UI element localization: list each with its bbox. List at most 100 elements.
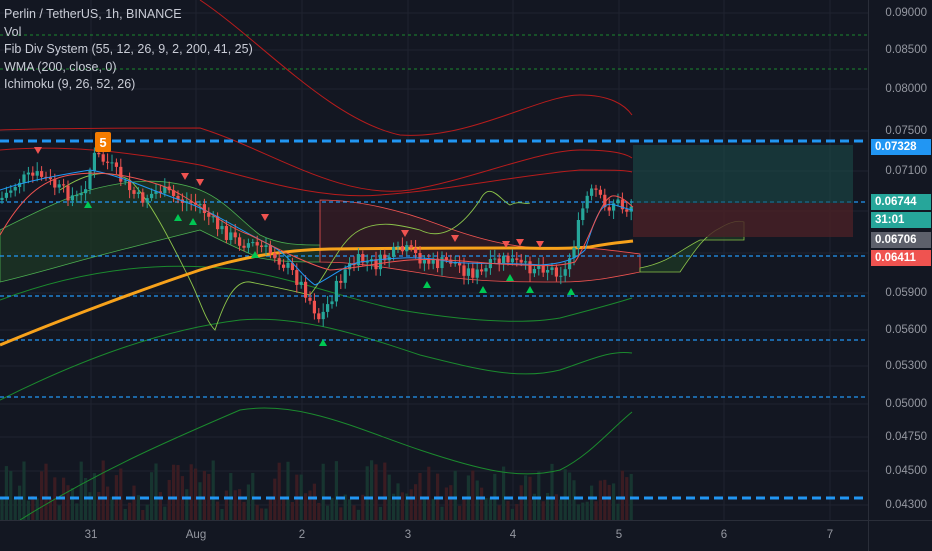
indicator-vol[interactable]: Vol: [4, 24, 253, 42]
volume-bar: [559, 499, 563, 520]
volume-bar: [194, 468, 198, 520]
candle-body: [4, 192, 8, 198]
price-label: 0.08000: [885, 83, 927, 95]
volume-bar: [502, 466, 506, 520]
volume-bar: [141, 509, 145, 520]
scale-corner[interactable]: [868, 520, 932, 551]
volume-bar: [106, 486, 110, 520]
candle-body: [550, 267, 554, 270]
candle-body: [440, 257, 444, 269]
volume-bar: [396, 483, 400, 520]
candle-body: [110, 162, 114, 164]
volume-bar: [414, 484, 418, 520]
volume-bar: [374, 464, 378, 520]
candle-body: [53, 179, 57, 188]
volume-bar: [475, 480, 479, 520]
volume-bar: [400, 492, 404, 520]
candle-body: [66, 185, 70, 201]
candle-body: [616, 199, 620, 204]
chart-legend: Perlin / TetherUS, 1h, BINANCE Vol Fib D…: [4, 6, 253, 94]
volume-bar: [154, 463, 158, 520]
badge-countdown: 31:01: [871, 212, 931, 228]
position-target-zone[interactable]: [633, 145, 853, 203]
time-label: Aug: [185, 529, 207, 541]
volume-bar: [625, 477, 629, 520]
volume-bar: [163, 506, 167, 520]
candle-body: [422, 259, 426, 264]
volume-bar: [603, 479, 607, 520]
candle-body: [378, 254, 382, 270]
candle-body: [466, 268, 470, 276]
candle-body: [286, 262, 290, 268]
candle-body: [396, 246, 400, 248]
volume-bar: [444, 487, 448, 520]
candle-body: [405, 245, 409, 252]
volume-bar: [528, 476, 532, 520]
candle-body: [414, 247, 418, 254]
candle-body: [317, 313, 321, 320]
time-label: 5: [615, 529, 623, 541]
candle-body: [246, 243, 250, 248]
candle-body: [334, 280, 338, 302]
candle-body: [528, 261, 532, 274]
candle-body: [22, 174, 26, 183]
candle-body: [559, 275, 563, 277]
candle-body: [444, 257, 448, 260]
price-label: 0.04500: [885, 465, 927, 477]
candle-body: [145, 198, 149, 203]
volume-bar: [334, 461, 338, 520]
volume-bar: [497, 505, 501, 520]
candle-body: [273, 253, 277, 259]
candle-body: [356, 254, 360, 266]
candle-body: [326, 304, 330, 312]
volume-bar: [440, 506, 444, 520]
chart-plot-area[interactable]: 5 Perlin / TetherUS, 1h, BINANCE Vol Fib…: [0, 0, 868, 521]
volume-bar: [172, 464, 176, 520]
candle-body: [84, 189, 88, 194]
candle-body: [515, 258, 519, 260]
indicator-fib-div[interactable]: Fib Div System (55, 12, 26, 9, 2, 200, 4…: [4, 41, 253, 59]
price-label: 0.04750: [885, 431, 927, 443]
indicator-ichimoku[interactable]: Ichimoku (9, 26, 52, 26): [4, 76, 253, 94]
signal-count-label: 5: [99, 135, 106, 150]
candle-body: [594, 188, 598, 190]
candle-body: [264, 245, 268, 247]
volume-bar: [568, 472, 572, 520]
buy-signal-icon: [567, 288, 575, 295]
volume-bar: [260, 508, 264, 520]
sell-signal-icon: [34, 147, 42, 154]
price-scale[interactable]: 0.09000 0.08500 0.08000 0.07500 0.07100 …: [868, 0, 932, 520]
volume-bar: [563, 469, 567, 520]
volume-bar: [145, 504, 149, 520]
symbol-title[interactable]: Perlin / TetherUS, 1h, BINANCE: [4, 6, 253, 24]
position-stop-zone[interactable]: [633, 203, 853, 237]
fib-band-lower-middle: [0, 318, 633, 401]
volume-bar: [97, 492, 101, 520]
candle-body: [510, 258, 514, 263]
volume-bar: [44, 463, 48, 520]
volume-bar: [409, 489, 413, 520]
time-scale[interactable]: 31 Aug 2 3 4 5 6 7: [0, 520, 868, 551]
buy-signal-icon: [526, 286, 534, 293]
candle-body: [13, 187, 17, 191]
candle-body: [475, 269, 479, 278]
indicator-wma[interactable]: WMA (200, close, 0): [4, 59, 253, 77]
buy-signal-icon: [479, 286, 487, 293]
time-label: 31: [84, 529, 98, 541]
candle-body: [581, 208, 585, 221]
candle-body: [625, 209, 629, 212]
volume-bar: [356, 509, 360, 520]
candle-body: [532, 268, 536, 274]
candle-body: [62, 184, 66, 186]
volume-bar: [255, 504, 259, 520]
time-label: 4: [509, 529, 517, 541]
candle-body: [585, 195, 589, 209]
volume-bar: [40, 471, 44, 520]
volume-bar: [31, 495, 35, 520]
candle-body: [35, 171, 39, 176]
price-label: 0.05600: [885, 324, 927, 336]
sell-signal-icon: [196, 179, 204, 186]
candle-body: [312, 300, 316, 314]
candle-body: [519, 259, 523, 263]
candle-body: [295, 270, 299, 285]
